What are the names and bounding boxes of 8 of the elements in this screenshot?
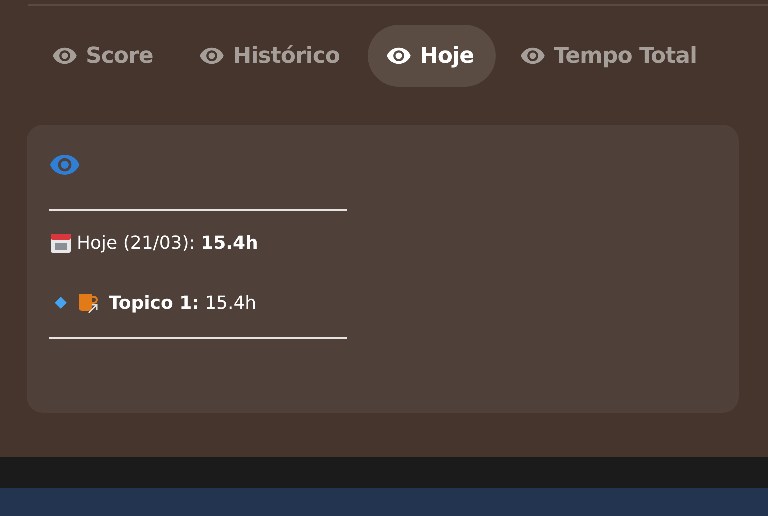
tab[interactable]: Histórico xyxy=(181,25,362,87)
tab[interactable]: Tempo Total xyxy=(502,25,720,87)
tab[interactable]: Hoje xyxy=(368,25,496,87)
tab[interactable]: Score xyxy=(34,25,176,87)
today-summary: Hoje (21/03): 15.4h xyxy=(77,232,258,254)
diamond-icon xyxy=(55,297,67,309)
topic-entry: Topico 1: 15.4h xyxy=(109,292,257,314)
calendar-icon xyxy=(49,231,73,255)
